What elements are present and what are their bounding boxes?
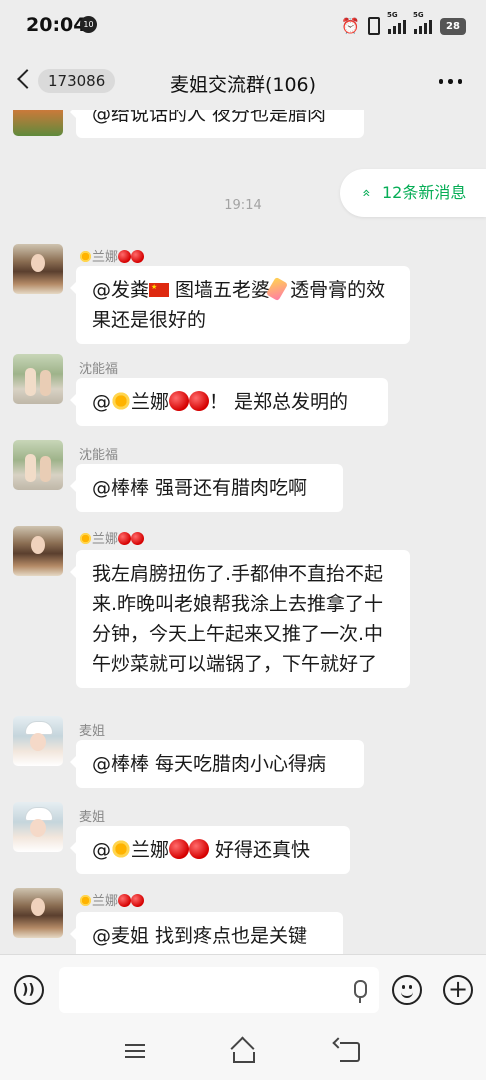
message-bubble[interactable]: @给说话的人 夜分也是腊肉 [70,110,364,138]
message-list[interactable]: @给说话的人 夜分也是腊肉 » 12条新消息 19:14 兰娜 @发粪 ★ 图墙五… [0,110,486,954]
sunflower-icon [111,391,131,411]
sunflower-icon [111,839,131,859]
message-bubble[interactable]: @棒棒 每天吃腊肉小心得病 [70,740,364,788]
status-time: 20:04 [26,14,87,36]
avatar[interactable] [13,440,63,490]
sender-name: 麦姐 [79,810,106,825]
avatar[interactable] [13,802,63,852]
sunflower-icon [79,250,92,263]
apple-icon [169,391,190,411]
apple-icon [189,839,210,859]
notification-badge-icon: 10 [80,16,97,33]
avatar[interactable] [13,888,63,938]
message-bubble[interactable]: @发粪 ★ 图墙五老婆 透骨膏的效果还是很好的 [70,266,410,344]
signal-icon-1: 5G [387,11,406,34]
chat-header: 173086 麦姐交流群(106) [0,54,486,110]
apple-icon [189,391,210,411]
apple-icon [131,250,145,263]
timestamp: 19:14 [224,198,262,213]
sender-name: 兰娜 [79,528,145,547]
message-bubble[interactable]: @ 兰娜 好得还真快 [70,826,350,874]
plus-icon[interactable]: + [443,975,473,1005]
vibrate-icon [368,17,380,35]
avatar[interactable] [13,110,63,136]
sender-name: 沈能福 [79,362,119,377]
signal-icon-2: 5G [413,11,432,34]
avatar[interactable] [13,526,63,576]
alarm-icon: ⏰ [341,17,360,35]
battery-icon: 28 [440,17,466,35]
sender-name: 沈能福 [79,448,119,463]
mic-icon[interactable] [354,980,367,1003]
voice-icon[interactable]: )) [14,975,44,1005]
back-icon[interactable] [340,1042,360,1062]
chevron-left-icon[interactable] [17,69,37,89]
apple-icon [131,894,145,907]
apple-icon [169,839,190,859]
emoji-icon[interactable] [392,975,422,1005]
apple-icon [118,532,132,545]
message-input[interactable] [59,967,379,1013]
apple-icon [131,532,145,545]
avatar[interactable] [13,244,63,294]
avatar[interactable] [13,716,63,766]
sunflower-icon [79,894,92,907]
apple-icon [118,250,132,263]
sunflower-icon [79,532,92,545]
china-flag-icon: ★ [149,283,170,297]
apple-icon [118,894,132,907]
unread-count-badge[interactable]: 173086 [38,69,116,93]
status-bar: 20:04 10 ⏰ 5G 5G 28 [0,0,486,54]
message-bubble[interactable]: @麦姐 找到疼点也是关键 [70,912,343,954]
message-bubble[interactable]: 我左肩膀扭伤了.手都伸不直抬不起来.昨晚叫老娘帮我涂上去推拿了十分钟，今天上午起… [70,550,410,688]
message-bubble[interactable]: @棒棒 强哥还有腊肉吃啊 [70,464,343,512]
more-dots-icon[interactable] [438,79,462,84]
sender-name: 兰娜 [79,246,145,265]
avatar[interactable] [13,354,63,404]
sender-name: 兰娜 [79,890,145,909]
message-bubble[interactable]: @ 兰娜！ 是郑总发明的 [70,378,388,426]
system-navigation-bar [0,1024,486,1080]
sender-name: 麦姐 [79,724,106,739]
recent-apps-icon[interactable] [125,1044,145,1058]
status-icons: ⏰ 5G 5G 28 [341,11,466,38]
home-icon[interactable] [230,1036,255,1063]
input-bar: )) + [0,954,486,1025]
